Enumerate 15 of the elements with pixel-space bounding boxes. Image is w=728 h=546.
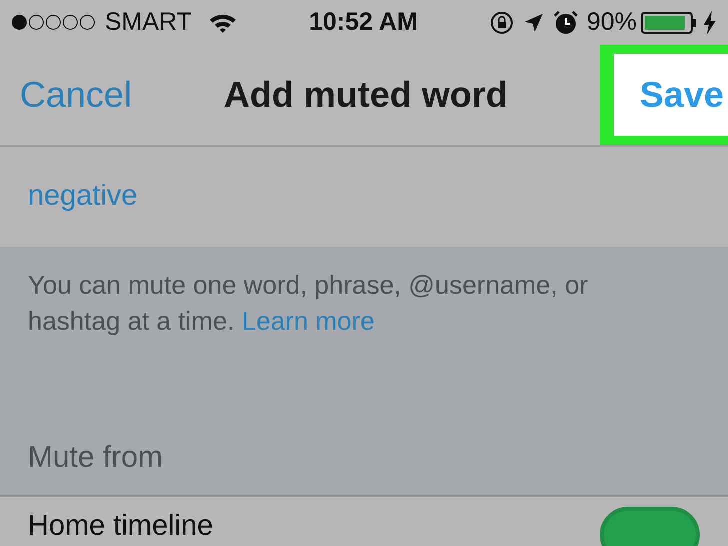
screen-title: Add muted word: [224, 73, 508, 117]
learn-more-link[interactable]: Learn more: [242, 306, 375, 336]
option-label: Home timeline: [28, 509, 214, 544]
location-arrow-icon: [522, 12, 545, 34]
battery-percent: 90%: [586, 6, 637, 38]
rotation-lock-icon: [488, 10, 515, 36]
word-input-field[interactable]: negative: [28, 175, 700, 219]
section-heading: Mute from: [28, 440, 164, 476]
clock-time: 10:52 AM: [309, 6, 418, 38]
cancel-button[interactable]: Cancel: [20, 68, 132, 122]
carrier-name: SMART: [105, 6, 192, 38]
battery-icon: [640, 12, 696, 34]
help-text: You can mute one word, phrase, @username, or hashtag at a time. Learn more: [28, 269, 590, 338]
alarm-clock-icon: [552, 10, 579, 36]
save-button[interactable]: Save: [614, 54, 728, 136]
